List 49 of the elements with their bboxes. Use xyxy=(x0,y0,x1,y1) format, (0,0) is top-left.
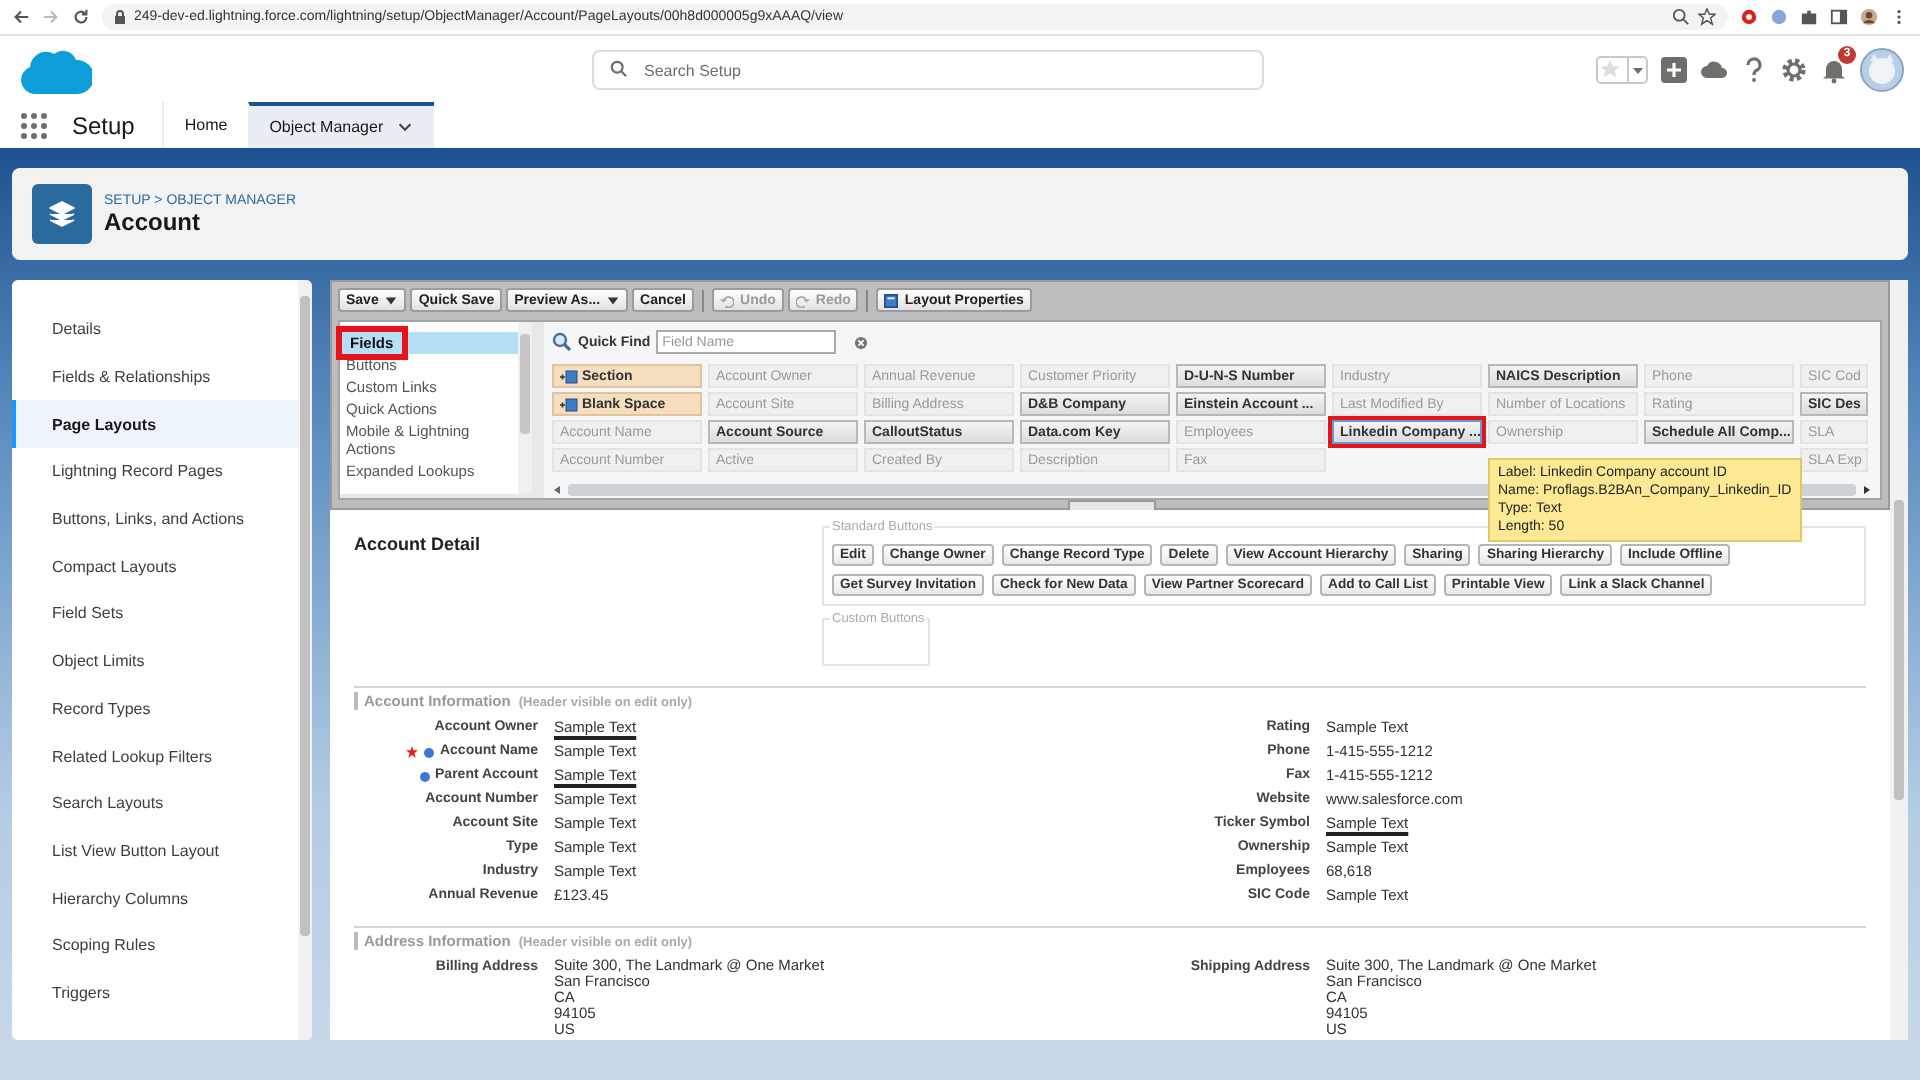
section-icon xyxy=(560,397,578,411)
sidebar-item[interactable]: List View Button Layout xyxy=(12,827,298,875)
sidebar-item[interactable]: Lightning Record Pages xyxy=(12,448,298,496)
sidebar-item[interactable]: Page Layouts xyxy=(12,400,298,449)
scrollbar[interactable] xyxy=(518,322,532,494)
chevron-icon[interactable] xyxy=(395,118,414,136)
app-name: Setup xyxy=(72,111,135,139)
app-launcher-icon[interactable] xyxy=(20,111,48,139)
sidebar-item[interactable]: Hierarchy Columns xyxy=(12,874,298,922)
sidebar-item[interactable]: Field Sets xyxy=(12,590,298,638)
nav-tab[interactable]: Object Manager xyxy=(247,102,434,148)
sidebar-item[interactable]: Related Lookup Filters xyxy=(12,732,298,780)
sidebar-item[interactable]: Triggers xyxy=(12,969,298,1017)
search-field[interactable]: Search Setup xyxy=(592,50,1264,90)
search-icon xyxy=(610,60,628,78)
lock-icon xyxy=(114,10,126,24)
resize-handle[interactable] xyxy=(1068,500,1156,510)
sidebar-item[interactable]: Compact Layouts xyxy=(12,542,298,591)
sidebar-item[interactable]: Buttons, Links, and Actions xyxy=(12,495,298,543)
sidebar-item[interactable]: Search Layouts xyxy=(12,779,298,828)
caret-icon xyxy=(606,293,621,307)
back-icon[interactable] xyxy=(12,8,30,26)
document-icon xyxy=(884,293,899,307)
right-arrow-icon[interactable] xyxy=(1860,484,1872,496)
avatar-icon[interactable] xyxy=(1860,8,1878,26)
undo-icon xyxy=(720,293,735,307)
caret-icon xyxy=(384,293,399,307)
clear-icon[interactable] xyxy=(854,335,869,349)
layout-title: Account Detail xyxy=(354,532,483,558)
star-icon[interactable] xyxy=(1698,8,1716,26)
zoom-icon[interactable] xyxy=(1672,8,1690,26)
sidebar-item[interactable]: Object Limits xyxy=(12,637,298,685)
left-arrow-icon[interactable] xyxy=(552,484,564,496)
redo-icon xyxy=(795,293,810,307)
section-icon xyxy=(560,369,578,383)
sidebar-icon[interactable] xyxy=(1830,8,1848,26)
page-title: Account xyxy=(104,207,202,235)
sidebar-item[interactable]: Record Types xyxy=(12,685,298,733)
layers-icon xyxy=(32,184,92,244)
bell-icon[interactable] xyxy=(1820,55,1848,83)
scrollbar[interactable] xyxy=(1890,280,1908,1040)
sidebar-item[interactable]: Scoping Rules xyxy=(12,921,298,970)
scrollbar[interactable] xyxy=(298,280,312,1040)
settings-icon[interactable] xyxy=(1780,55,1808,83)
plus-icon[interactable] xyxy=(1660,55,1688,83)
sidebar-item[interactable]: Fields & Relationships xyxy=(12,353,298,401)
sidebar-item[interactable]: Details xyxy=(12,306,298,354)
reload-icon[interactable] xyxy=(72,8,90,26)
search-icon xyxy=(552,332,572,352)
